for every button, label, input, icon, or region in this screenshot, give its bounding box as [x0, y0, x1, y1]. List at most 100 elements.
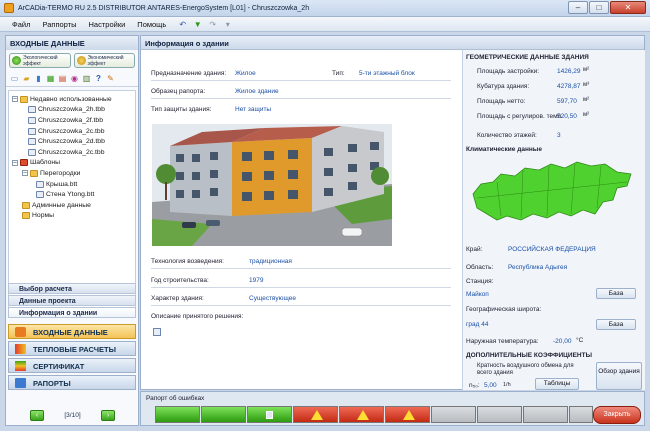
- geometry-title: ГЕОМЕТРИЧЕСКИЕ ДАННЫЕ ЗДАНИЯ: [466, 54, 589, 61]
- maximize-button[interactable]: □: [589, 1, 609, 14]
- tech-value[interactable]: традиционная: [249, 258, 292, 265]
- dropdown-icon[interactable]: ▾: [223, 20, 232, 29]
- down-arrow-icon[interactable]: ▼: [193, 20, 202, 29]
- net-area-value[interactable]: 597,70: [557, 98, 577, 105]
- tree-node-norms[interactable]: Нормы: [12, 211, 132, 222]
- n50-value[interactable]: 5,00: [484, 382, 497, 389]
- menu-reports[interactable]: Раппорты: [42, 20, 76, 29]
- table-icon[interactable]: ▤: [57, 73, 68, 84]
- heated-area-value[interactable]: 520,50: [557, 113, 577, 120]
- nav-certificate[interactable]: СЕРТИФИКАТ: [8, 358, 136, 373]
- tree-node-admin[interactable]: Админные данные: [12, 200, 132, 211]
- redo-icon[interactable]: ↷: [208, 20, 217, 29]
- status-cell-ok[interactable]: [201, 406, 246, 423]
- ecological-effect-button[interactable]: Экологический эффект: [9, 53, 71, 68]
- status-cell-error[interactable]: [293, 406, 338, 423]
- latitude-value[interactable]: град 44: [466, 321, 488, 328]
- tree-file[interactable]: Chruszczowka_2c.tbb: [12, 147, 132, 158]
- status-cell-empty: [477, 406, 522, 423]
- section-calc-choice[interactable]: Выбор расчета: [8, 283, 136, 294]
- station-base-button[interactable]: База: [596, 288, 636, 299]
- russia-map[interactable]: [467, 158, 637, 228]
- tree-file[interactable]: Chruszczowka_2h.tbb: [12, 105, 132, 116]
- tree-file[interactable]: Chruszczowka_2d.tbb: [12, 136, 132, 147]
- chart-icon[interactable]: ▮: [33, 73, 44, 84]
- tools-icon[interactable]: ✎: [105, 73, 116, 84]
- folder-icon: [20, 95, 28, 103]
- temperature-value[interactable]: -20,00: [553, 338, 571, 345]
- tree-node-partitions[interactable]: – Перегородки: [12, 168, 132, 179]
- nav-thermal-calcs[interactable]: ТЕПЛОВЫЕ РАСЧЕТЫ: [8, 341, 136, 356]
- close-window-button[interactable]: ✕: [610, 1, 646, 14]
- grid-icon[interactable]: ▦: [45, 73, 56, 84]
- tree-node-templates[interactable]: – Шаблоны: [12, 158, 132, 169]
- title-bar: ArCADia-TERMO RU 2.5 DISTRIBUTOR ANTARES…: [0, 0, 650, 17]
- tree-node-recent[interactable]: – Недавно использованные: [12, 94, 132, 105]
- section-project-data[interactable]: Данные проекта: [8, 295, 136, 306]
- station-value[interactable]: Майкоп: [466, 291, 489, 298]
- prev-page-button[interactable]: ‹: [30, 409, 44, 421]
- open-folder-icon[interactable]: ▰: [21, 73, 32, 84]
- minimize-button[interactable]: –: [568, 1, 588, 14]
- year-value[interactable]: 1979: [249, 277, 263, 284]
- tables-button[interactable]: Таблицы: [535, 378, 579, 390]
- nav-input-data[interactable]: ВХОДНЫЕ ДАННЫЕ: [8, 324, 136, 339]
- status-cell-error[interactable]: [385, 406, 430, 423]
- area-value[interactable]: 1426,29: [557, 68, 581, 75]
- next-page-button[interactable]: ›: [100, 409, 115, 421]
- description-edit-icon[interactable]: [153, 328, 161, 336]
- tree-file-roof[interactable]: Крыша.btt: [12, 179, 132, 190]
- country-value[interactable]: РОССИЙСКАЯ ФЕДЕРАЦИЯ: [508, 246, 596, 253]
- help-icon[interactable]: ?: [93, 73, 104, 84]
- tree-file-wall[interactable]: Стена Ytong.btt: [12, 189, 132, 200]
- region-label: Область:: [466, 264, 494, 271]
- region-value[interactable]: Республика Адыгея: [508, 264, 567, 271]
- status-cell-error[interactable]: [339, 406, 384, 423]
- panel-title: Информация о здании: [141, 36, 644, 50]
- new-file-icon[interactable]: ▭: [9, 73, 20, 84]
- undo-icon[interactable]: ↶: [178, 20, 187, 29]
- left-panel: ВХОДНЫЕ ДАННЫЕ Экологический эффект Экон…: [5, 35, 139, 426]
- status-cell-ok[interactable]: [155, 406, 200, 423]
- year-label: Год строительства:: [151, 277, 209, 284]
- sample-value[interactable]: Жилое здание: [235, 88, 279, 95]
- purpose-value[interactable]: Жилое: [235, 70, 256, 77]
- file-icon: [28, 116, 36, 124]
- volume-value[interactable]: 4278,87: [557, 83, 581, 90]
- close-button[interactable]: Закрыть: [593, 406, 641, 424]
- calculator-icon[interactable]: ▥: [81, 73, 92, 84]
- palette-icon[interactable]: ◉: [69, 73, 80, 84]
- menu-file[interactable]: Файл: [12, 20, 30, 29]
- error-report-bar: Рапорт об ошибках Закрыть: [140, 391, 645, 426]
- latitude-base-button[interactable]: База: [596, 319, 636, 330]
- file-icon: [28, 138, 36, 146]
- area-label: Площадь застройки:: [477, 68, 540, 75]
- file-icon: [28, 148, 36, 156]
- error-report-label: Рапорт об ошибках: [146, 395, 205, 402]
- building-survey-button[interactable]: Обзор здания: [596, 362, 642, 390]
- type-value[interactable]: 5-ти этажный блок: [359, 70, 415, 77]
- status-cell-current[interactable]: [247, 406, 292, 423]
- nav-reports[interactable]: РАПОРТЫ: [8, 375, 136, 390]
- tree-file[interactable]: Chruszczowka_2f.tbb: [12, 115, 132, 126]
- menu-help[interactable]: Помощь: [137, 20, 166, 29]
- warning-icon: [357, 410, 369, 420]
- app-icon: [4, 3, 14, 13]
- section-building-info[interactable]: Информация о здании: [8, 307, 136, 318]
- building-image: [152, 124, 392, 246]
- left-panel-title: ВХОДНЫЕ ДАННЫЕ: [6, 36, 138, 50]
- economic-effect-button[interactable]: Экономический эффект: [73, 53, 135, 68]
- station-label: Станция:: [466, 278, 494, 285]
- character-value[interactable]: Существующее: [249, 295, 296, 302]
- menu-settings[interactable]: Настройки: [89, 20, 126, 29]
- folder-icon: [22, 212, 30, 220]
- protection-value[interactable]: Нет защиты: [235, 106, 271, 113]
- file-icon: [28, 106, 36, 114]
- protection-label: Тип защиты здания:: [151, 106, 212, 113]
- warning-icon: [311, 410, 323, 420]
- tree-file[interactable]: Chruszczowka_2c.tbb: [12, 126, 132, 137]
- temperature-label: Наружная температура:: [466, 338, 539, 345]
- floors-value[interactable]: 3: [557, 132, 561, 139]
- latitude-label: Географическая широта:: [466, 306, 542, 313]
- file-icon: [28, 127, 36, 135]
